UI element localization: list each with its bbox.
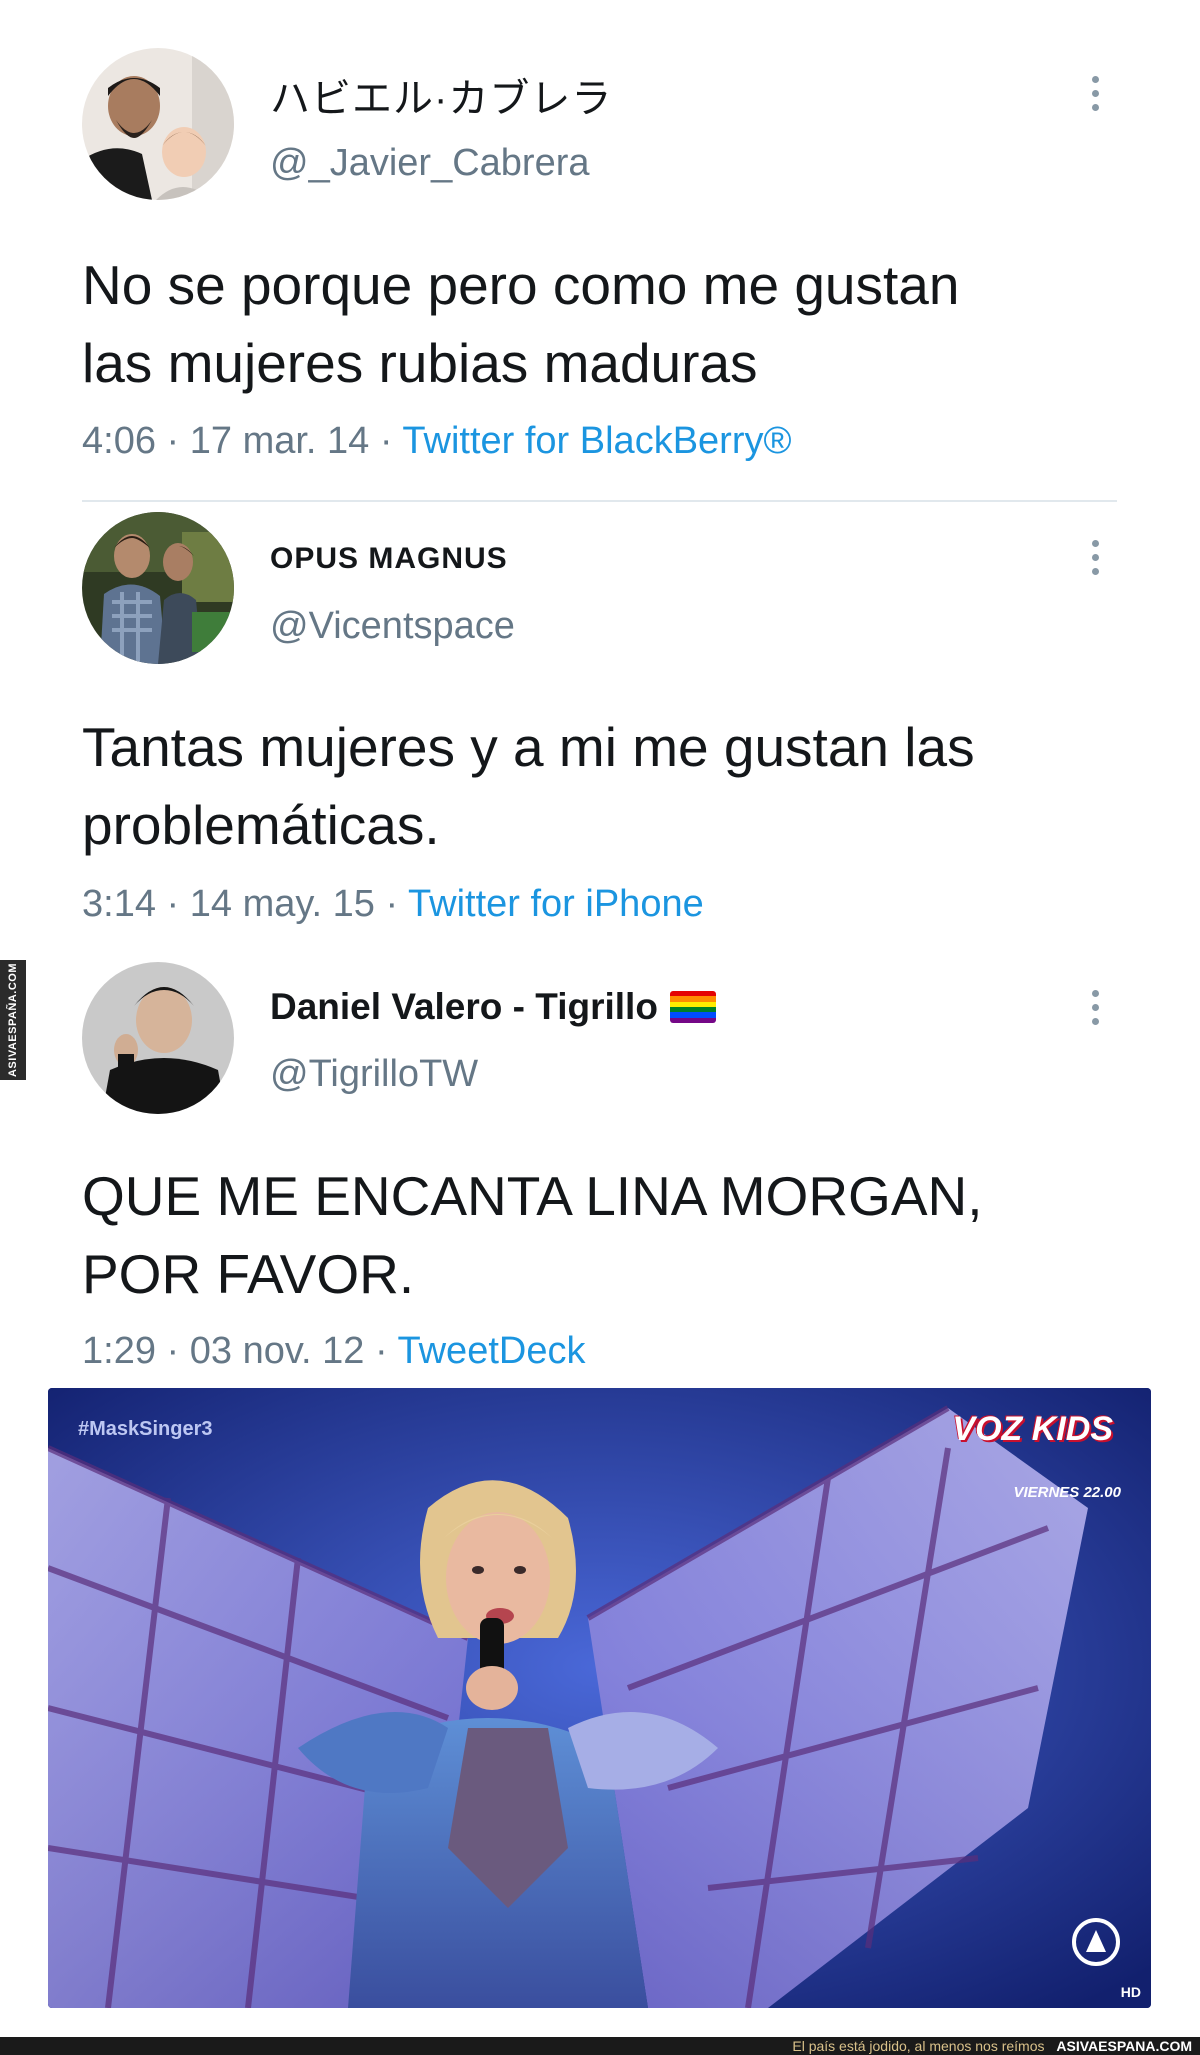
handle[interactable]: @Vicentspace [270, 605, 515, 648]
display-name[interactable]: OPUS MAGNUS [270, 542, 508, 576]
watermark-text: ASIVAESPAÑA.COM [7, 962, 19, 1078]
tweet-text-line: QUE ME ENCANTA LINA MORGAN, [82, 1165, 983, 1227]
handle[interactable]: @_Javier_Cabrera [270, 142, 590, 185]
tweet-time[interactable]: 3:14 [82, 883, 156, 925]
mask-singer-scene [48, 1388, 1151, 2008]
footer-site-link[interactable]: ASIVAESPANA.COM [1056, 2038, 1192, 2054]
display-name-text[interactable]: Daniel Valero - Tigrillo [270, 986, 658, 1027]
more-options-icon[interactable] [1085, 540, 1105, 580]
tweet-text-line: las mujeres rubias maduras [82, 332, 758, 394]
site-watermark: ASIVAESPAÑA.COM [0, 960, 26, 1080]
tweet-source-link[interactable]: TweetDeck [398, 1330, 586, 1372]
hashtag-overlay: #MaskSinger3 [78, 1418, 213, 1440]
display-name[interactable]: ハビエル·カブレラ [270, 66, 612, 124]
tweet-text-line: No se porque pero como me gustan [82, 254, 960, 316]
more-options-icon[interactable] [1085, 990, 1105, 1030]
tweet-source-link[interactable]: Twitter for BlackBerry® [402, 420, 791, 462]
more-options-icon[interactable] [1085, 76, 1105, 116]
tweet-meta: 3:14 · 14 may. 15 · Twitter for iPhone [82, 883, 704, 925]
tweet-text: Tantas mujeres y a mi me gustan las prob… [82, 708, 1142, 864]
footer-bar: El país está jodido, al menos nos reímos… [0, 2037, 1200, 2055]
avatar-daniel-valero[interactable] [82, 962, 234, 1114]
handle[interactable]: @TigrilloTW [270, 1053, 478, 1096]
tweet-text: No se porque pero como me gustan las muj… [82, 246, 1142, 402]
avatar-javier[interactable] [82, 48, 234, 200]
tweet-time[interactable]: 4:06 [82, 420, 156, 462]
display-name[interactable]: Daniel Valero - Tigrillo [270, 986, 716, 1028]
tweet-meta: 1:29 · 03 nov. 12 · TweetDeck [82, 1330, 586, 1372]
tweet-text-line: Tantas mujeres y a mi me gustan las [82, 716, 975, 778]
tweet-source-link[interactable]: Twitter for iPhone [408, 883, 704, 925]
voz-kids-schedule: VIERNES 22.00 [1013, 1484, 1121, 1501]
avatar-opus-magnus[interactable] [82, 512, 234, 664]
tweet-text: QUE ME ENCANTA LINA MORGAN, POR FAVOR. [82, 1157, 1142, 1313]
footer-tagline: El país está jodido, al menos nos reímos [792, 2038, 1045, 2054]
tweet-meta: 4:06 · 17 mar. 14 · Twitter for BlackBer… [82, 420, 792, 462]
tweet-date[interactable]: 14 may. 15 [190, 883, 375, 925]
voz-kids-logo: VOZ KIDS [952, 1410, 1113, 1448]
divider [82, 500, 1117, 502]
rainbow-flag-icon [669, 991, 716, 1023]
tweet-text-line: POR FAVOR. [82, 1243, 415, 1305]
tweet-time[interactable]: 1:29 [82, 1330, 156, 1372]
tweet-media-image[interactable]: #MaskSinger3 VOZ KIDS VIERNES 22.00 HD [48, 1388, 1151, 2008]
tweet-date[interactable]: 17 mar. 14 [190, 420, 370, 462]
hd-label: HD [1120, 1984, 1141, 2000]
tweet-text-line: problemáticas. [82, 794, 440, 856]
tweet-date[interactable]: 03 nov. 12 [190, 1330, 365, 1372]
